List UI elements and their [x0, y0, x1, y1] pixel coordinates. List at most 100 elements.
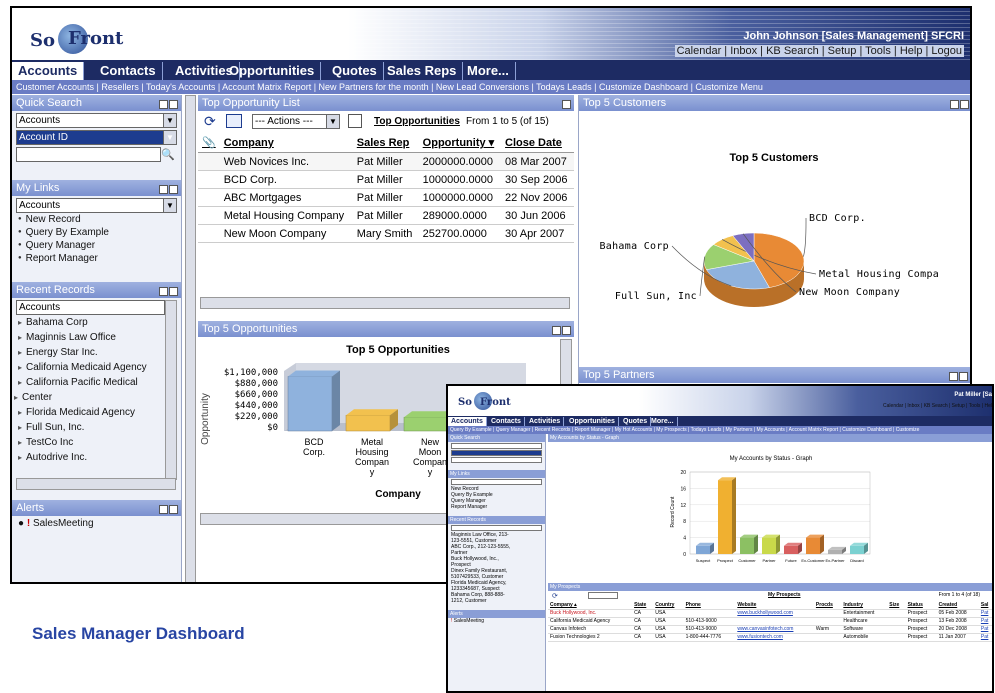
table-row[interactable]: Buck Hollywood, Inc. CA USA www.buckhollywo… — [548, 609, 992, 618]
link-query-manager[interactable]: Query Manager — [12, 239, 181, 252]
cell-company[interactable]: Buck Hollywood, Inc. — [548, 609, 633, 618]
sales-link[interactable]: Pat — [981, 618, 989, 624]
website-link[interactable]: www.fusiontech.com — [737, 634, 783, 640]
sales-link[interactable]: Pat — [981, 626, 989, 632]
tab-quotes[interactable]: Quotes — [326, 62, 384, 80]
panel-controls-icon[interactable] — [158, 98, 178, 109]
table-row[interactable]: Web Novices Inc. Pat Miller 2000000.0000 08… — [198, 152, 574, 171]
col-website[interactable]: Website — [735, 601, 814, 610]
recent-record-item-continued[interactable]: Center — [12, 390, 181, 405]
table-row[interactable]: ABC Mortgages Pat Miller 1000000.0000 22 No… — [198, 188, 574, 207]
tab-more[interactable]: More... — [461, 62, 516, 80]
panel-controls-icon[interactable] — [948, 370, 968, 381]
actions-select[interactable]: --- Actions --- ▼ — [252, 114, 340, 129]
inset-select[interactable] — [451, 479, 542, 485]
col-sales[interactable]: Sal — [978, 601, 992, 610]
tab-sales-reps[interactable]: Sales Reps — [381, 62, 464, 80]
quick-search-module-select[interactable]: Accounts ▼ — [16, 113, 177, 128]
table-row[interactable]: New Moon Company Mary Smith 252700.0000 30 … — [198, 224, 574, 243]
link-new-record[interactable]: New Record — [12, 213, 181, 226]
tab-contacts[interactable]: Contacts — [94, 62, 163, 80]
col-company[interactable]: Company — [219, 133, 353, 153]
inset-select[interactable] — [451, 443, 542, 449]
inset-top-links[interactable]: Calendar | Inbox | KB Search | Setup | T… — [883, 403, 992, 409]
inset-prospects-link[interactable]: My Prospects — [768, 592, 801, 598]
col-close-date[interactable]: Close Date — [501, 133, 574, 153]
inset-tab-accounts[interactable]: Accounts — [448, 417, 487, 426]
recent-records-select[interactable]: Accounts — [16, 299, 165, 315]
top-opportunities-link[interactable]: Top Opportunities — [374, 116, 460, 127]
recent-record-item[interactable]: Florida Medicaid Agency — [12, 405, 181, 420]
recent-record-item[interactable]: Maginnis Law Office — [12, 330, 181, 345]
cell-company[interactable]: Metal Housing Company — [219, 206, 353, 225]
refresh-icon[interactable]: ⟳ — [552, 592, 558, 600]
panel-controls-icon[interactable] — [551, 324, 571, 335]
actions-select[interactable] — [588, 592, 618, 599]
panel-controls-icon[interactable] — [949, 98, 969, 109]
recent-record-item[interactable]: TestCo Inc — [12, 435, 181, 450]
export-icon[interactable] — [348, 114, 362, 128]
table-row[interactable]: BCD Corp. Pat Miller 1000000.0000 30 Sep 20… — [198, 170, 574, 189]
col-phone[interactable]: Phone — [683, 601, 736, 610]
top-links[interactable]: Calendar | Inbox | KB Search | Setup | T… — [674, 45, 964, 57]
col-industry[interactable]: Industry — [841, 601, 888, 610]
recent-record-item[interactable]: California Pacific Medical — [12, 375, 181, 390]
panel-controls-icon[interactable] — [158, 285, 178, 296]
recent-records-scrollbar[interactable] — [165, 299, 177, 480]
sales-link[interactable]: Pat — [981, 610, 989, 616]
recent-record-item[interactable]: California Medicaid Agency — [12, 360, 181, 375]
sales-link[interactable]: Pat — [981, 634, 989, 640]
panel-controls-icon[interactable] — [158, 183, 178, 194]
opportunity-hscrollbar[interactable] — [200, 297, 570, 309]
my-links-select[interactable]: Accounts ▼ — [16, 198, 177, 213]
col-opportunity[interactable]: Opportunity ▾ — [418, 133, 502, 153]
inset-select[interactable] — [451, 450, 542, 456]
inset-tab-more[interactable]: More... — [648, 417, 678, 426]
minimize-icon[interactable] — [561, 98, 571, 109]
sidebar-scrollbar[interactable] — [185, 95, 196, 582]
website-link[interactable]: www.canvasinfotech.com — [737, 626, 793, 632]
col-sales-rep[interactable]: Sales Rep — [352, 133, 419, 153]
inset-tab-activities[interactable]: Activities — [526, 417, 565, 426]
cell-company[interactable]: BCD Corp. — [219, 170, 353, 189]
table-row[interactable]: Metal Housing Company Pat Miller 289000.00… — [198, 206, 574, 225]
link-query-by-example[interactable]: Query By Example — [12, 226, 181, 239]
inset-select[interactable] — [451, 525, 542, 531]
edit-icon[interactable] — [226, 114, 242, 128]
binoculars-search-icon[interactable]: 🔍 — [161, 148, 175, 161]
col-procds[interactable]: Procds — [813, 601, 842, 610]
alert-item[interactable]: ● ! SalesMeeting — [12, 516, 181, 532]
recent-records-hscrollbar[interactable] — [16, 477, 176, 490]
col-country[interactable]: Country — [653, 601, 684, 610]
panel-controls-icon[interactable] — [158, 503, 178, 514]
inset-subnav[interactable]: Query By Example | Query Manager | Recen… — [448, 426, 992, 434]
tab-accounts[interactable]: Accounts — [12, 62, 85, 80]
col-status[interactable]: Status — [905, 601, 937, 610]
refresh-icon[interactable]: ⟳ — [204, 113, 216, 130]
sub-navigation[interactable]: Customer Accounts | Resellers | Today's … — [12, 80, 970, 94]
inset-alert-item[interactable]: ! SalesMeeting — [448, 618, 545, 624]
recent-record-item[interactable]: Full Sun, Inc. — [12, 420, 181, 435]
quick-search-input[interactable] — [16, 147, 161, 162]
cell-company[interactable]: ABC Mortgages — [219, 188, 353, 207]
inset-tab-quotes[interactable]: Quotes — [620, 417, 652, 426]
inset-tab-opportunities[interactable]: Opportunities — [566, 417, 619, 426]
tab-opportunities[interactable]: Opportunities — [223, 62, 322, 80]
col-company[interactable]: Company ▴ — [548, 601, 633, 610]
col-created[interactable]: Created — [936, 601, 979, 610]
cell-company[interactable]: Web Novices Inc. — [219, 152, 353, 171]
cell-company[interactable]: California Medicaid Agency — [548, 617, 633, 626]
inset-tab-contacts[interactable]: Contacts — [488, 417, 525, 426]
quick-search-field-select[interactable]: Account ID ▼ — [16, 130, 177, 145]
cell-company[interactable]: New Moon Company — [219, 224, 353, 243]
table-row[interactable]: Fusion Technologies 2 CA USA 1-800-444-7776… — [548, 633, 992, 642]
website-link[interactable]: www.buckhollywood.com — [737, 610, 793, 616]
col-state[interactable]: State — [632, 601, 654, 610]
cell-company[interactable]: Canvas Infotech — [548, 625, 633, 634]
table-row[interactable]: Canvas Infotech CA USA 510-413-9000 www.canv… — [548, 625, 992, 634]
table-row[interactable]: California Medicaid Agency CA USA 510-413-9… — [548, 617, 992, 626]
inset-search-input[interactable] — [451, 457, 542, 463]
recent-record-item[interactable]: Bahama Corp — [12, 315, 181, 330]
recent-record-item[interactable]: Autodrive Inc. — [12, 450, 181, 465]
cell-company[interactable]: Fusion Technologies 2 — [548, 633, 633, 642]
